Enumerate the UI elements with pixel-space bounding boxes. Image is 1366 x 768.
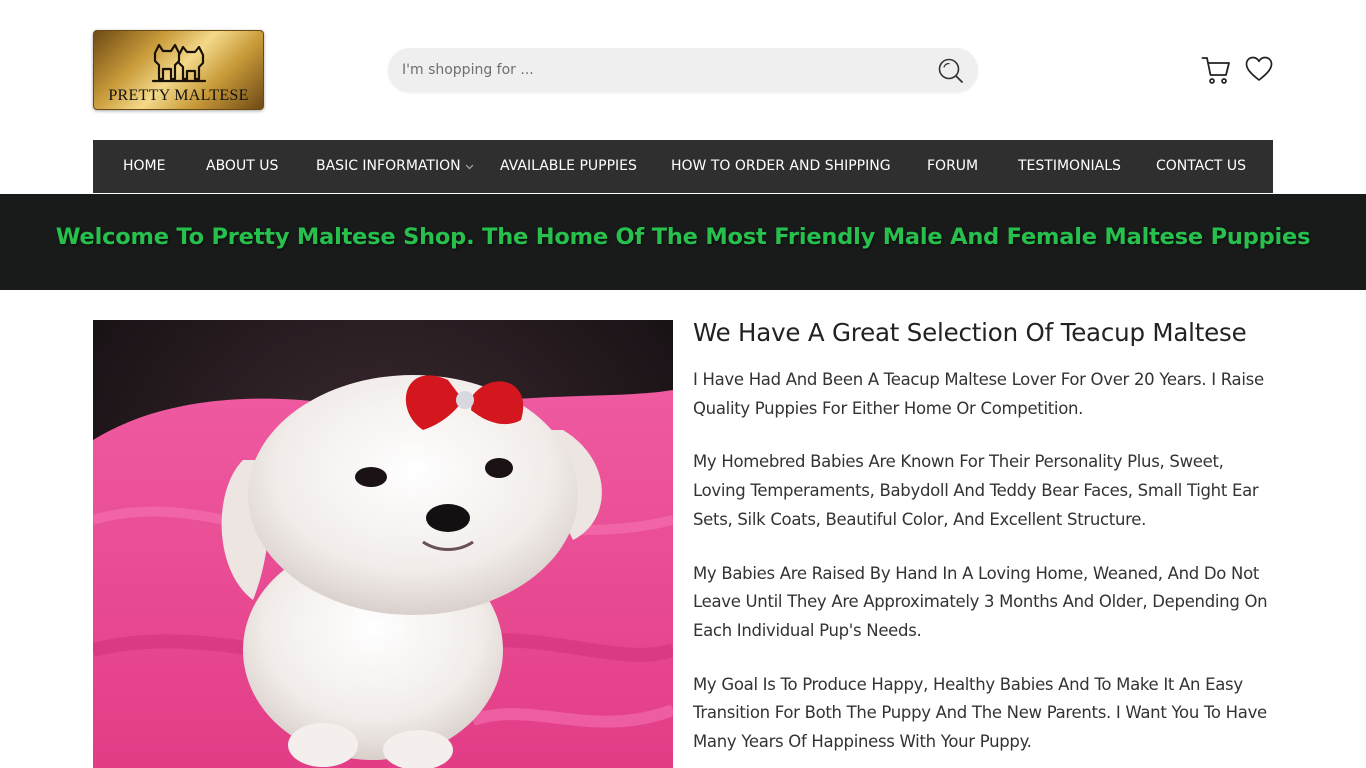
chevron-down-icon[interactable] [465,162,474,171]
intro-section: We Have A Great Selection Of Teacup Malt… [693,318,1273,757]
search-input[interactable] [402,48,922,92]
nav-item-about-us[interactable]: ABOUT US [206,140,278,193]
heart-icon[interactable] [1245,56,1273,82]
dogs-logo-icon [151,43,207,83]
section-heading: We Have A Great Selection Of Teacup Malt… [693,318,1247,347]
nav-item-available-puppies[interactable]: AVAILABLE PUPPIES [500,140,637,193]
intro-paragraph-4: My Goal Is To Produce Happy, Healthy Bab… [693,674,1267,752]
nav-item-how-to-order[interactable]: HOW TO ORDER AND SHIPPING [671,140,891,193]
nav-item-basic-information[interactable]: BASIC INFORMATION [316,140,461,193]
nav-item-forum[interactable]: FORUM [927,140,978,193]
nav-item-home[interactable]: HOME [123,140,165,193]
nav-item-contact-us[interactable]: CONTACT US [1156,140,1246,193]
main-nav: HOME ABOUT US BASIC INFORMATION AVAILABL… [93,140,1273,193]
maltese-puppy-illustration [93,320,673,768]
search-bar [388,48,978,92]
site-header: PRETTY MALTESE [0,0,1366,140]
intro-paragraph-2: My Homebred Babies Are Known For Their P… [693,452,1259,529]
cart-icon[interactable] [1201,55,1231,85]
nav-item-testimonials[interactable]: TESTIMONIALS [1018,140,1121,193]
puppy-image [93,320,673,768]
banner-text: Welcome To Pretty Maltese Shop. The Home… [55,224,1311,250]
intro-paragraph-1: I Have Had And Been A Teacup Maltese Lov… [693,370,1264,418]
search-icon[interactable] [937,57,963,83]
logo-text: PRETTY MALTESE [108,87,249,104]
site-logo[interactable]: PRETTY MALTESE [93,30,264,110]
intro-paragraph-3: My Babies Are Raised By Hand In A Loving… [693,563,1268,640]
welcome-banner: Welcome To Pretty Maltese Shop. The Home… [0,194,1366,290]
